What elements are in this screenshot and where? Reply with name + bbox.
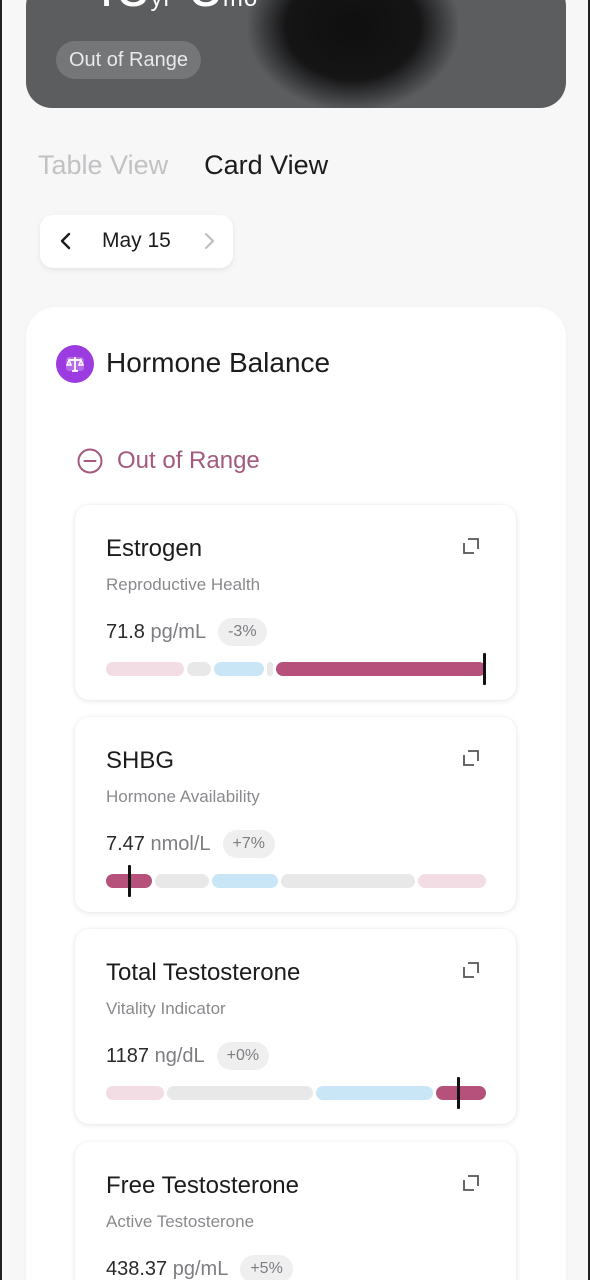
date-pager: May 15 — [40, 215, 233, 268]
marker-name: Estrogen — [106, 535, 203, 562]
range-segment-out-of-range — [436, 1086, 486, 1100]
range-segment-normal — [281, 874, 415, 888]
chevron-right-icon[interactable] — [197, 229, 221, 253]
expand-icon[interactable] — [460, 747, 482, 769]
marker-value-row: 438.37 pg/mL +5% — [106, 1255, 293, 1280]
status-badge: Out of Range — [56, 41, 201, 79]
chevron-left-icon[interactable] — [54, 229, 78, 253]
delta-badge: +7% — [222, 830, 275, 858]
biological-age: 43yr 3mo — [84, 0, 258, 28]
marker-value: 1187 ng/dL — [106, 1045, 205, 1068]
marker-value: 71.8 pg/mL — [106, 621, 206, 644]
value-number: 1187 — [106, 1044, 150, 1067]
marker-card-estrogen[interactable]: Estrogen Reproductive Health 71.8 pg/mL … — [75, 505, 516, 700]
age-months: 3 — [190, 0, 223, 19]
range-segment-out-of-range — [276, 662, 486, 676]
delta-badge: -3% — [218, 618, 267, 646]
status-group-header[interactable]: Out of Range — [76, 447, 260, 475]
hero-card: 43yr 3mo Out of Range — [26, 0, 566, 108]
range-segment-optimal — [212, 874, 278, 888]
marker-card-total-testosterone[interactable]: Total Testosterone Vitality Indicator 11… — [75, 929, 516, 1124]
minus-circle-icon — [77, 448, 103, 474]
marker-category: Hormone Availability — [106, 787, 260, 806]
marker-card-shbg[interactable]: SHBG Hormone Availability 7.47 nmol/L +7… — [75, 717, 516, 912]
value-unit: pg/mL — [172, 1257, 229, 1280]
marker-value: 438.37 pg/mL — [106, 1258, 228, 1280]
profile-photo — [248, 0, 458, 108]
range-marker — [457, 1077, 460, 1109]
range-segment-high — [418, 874, 486, 888]
range-marker — [128, 865, 131, 897]
tab-card-view[interactable]: Card View — [204, 150, 328, 181]
range-segment-normal — [155, 874, 209, 888]
age-years-unit: yr — [151, 0, 173, 12]
view-toggle: Table View Card View — [38, 150, 328, 181]
range-bar — [106, 653, 486, 685]
hormone-balance-section: Hormone Balance Out of Range Estrogen Re… — [26, 307, 566, 1280]
range-segment-low — [106, 1086, 164, 1100]
age-years: 43 — [84, 0, 151, 19]
range-segment-normal — [267, 662, 273, 676]
marker-category: Active Testosterone — [106, 1212, 255, 1231]
marker-value: 7.47 nmol/L — [106, 833, 211, 856]
age-months-unit: mo — [223, 0, 258, 12]
range-segment-normal — [167, 1086, 313, 1100]
marker-category: Reproductive Health — [106, 575, 261, 594]
value-unit: pg/mL — [150, 620, 207, 643]
range-segment-optimal — [214, 662, 264, 676]
expand-icon[interactable] — [460, 535, 482, 557]
delta-badge: +5% — [240, 1255, 293, 1280]
tab-table-view[interactable]: Table View — [38, 150, 168, 181]
value-number: 7.47 — [106, 832, 145, 855]
marker-name: Free Testosterone — [106, 1172, 299, 1199]
marker-name: Total Testosterone — [106, 959, 301, 986]
marker-value-row: 7.47 nmol/L +7% — [106, 830, 275, 858]
expand-icon[interactable] — [460, 959, 482, 981]
range-segment-optimal — [316, 1086, 433, 1100]
range-segment-normal — [187, 662, 211, 676]
status-group-label: Out of Range — [117, 447, 260, 474]
date-label: May 15 — [102, 229, 171, 252]
range-marker — [483, 653, 486, 685]
value-number: 71.8 — [106, 620, 145, 643]
marker-category: Vitality Indicator — [106, 999, 226, 1018]
value-unit: nmol/L — [150, 832, 211, 855]
value-unit: ng/dL — [154, 1044, 205, 1067]
value-number: 438.37 — [106, 1257, 168, 1280]
range-bar — [106, 865, 486, 897]
expand-icon[interactable] — [460, 1172, 482, 1194]
range-segment-low — [106, 662, 184, 676]
section-title: Hormone Balance — [106, 347, 331, 378]
marker-name: SHBG — [106, 747, 175, 774]
marker-value-row: 1187 ng/dL +0% — [106, 1042, 270, 1070]
marker-card-free-testosterone[interactable]: Free Testosterone Active Testosterone 43… — [75, 1142, 516, 1280]
range-bar — [106, 1077, 486, 1109]
delta-badge: +0% — [216, 1042, 270, 1070]
page-edge — [0, 0, 2, 1280]
marker-value-row: 71.8 pg/mL -3% — [106, 618, 267, 646]
scales-icon — [56, 345, 94, 383]
